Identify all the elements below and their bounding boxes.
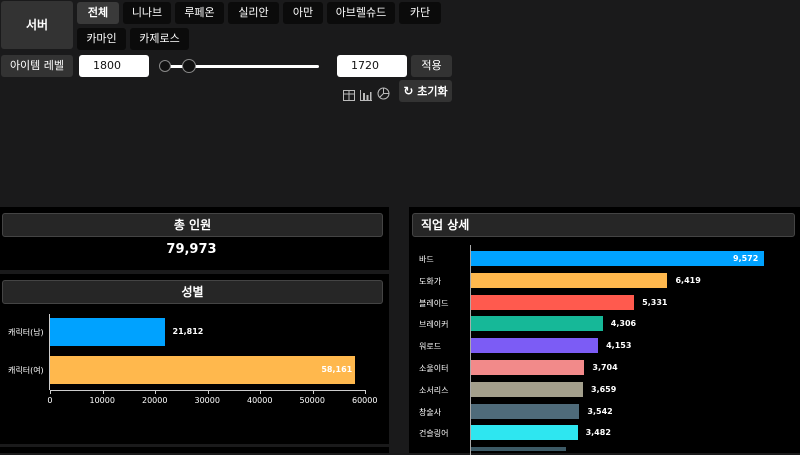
gender-category-label: 캐릭터(남) bbox=[8, 328, 44, 337]
x-tick-label: 20000 bbox=[142, 396, 168, 405]
x-tick-mark bbox=[312, 390, 314, 394]
gender-chart: 캐릭터(남) 21,812 캐릭터(여) 58,161 0 10000 20000 30000… bbox=[0, 274, 389, 444]
x-tick-mark bbox=[155, 390, 156, 394]
x-tick-label: 30000 bbox=[194, 396, 220, 405]
job-bar-value: 5,331 bbox=[642, 297, 668, 307]
job-bar bbox=[471, 381, 583, 397]
x-tick-mark bbox=[50, 390, 51, 394]
job-category-label: 블레이드 bbox=[419, 298, 449, 308]
apply-button[interactable]: 적용 bbox=[411, 55, 452, 77]
x-tick-mark bbox=[102, 390, 104, 394]
server-button-kamine[interactable]: 카마인 bbox=[77, 28, 126, 50]
bottom-strip bbox=[0, 447, 389, 453]
pie-chart-icon[interactable] bbox=[377, 85, 390, 100]
x-tick-label: 10000 bbox=[89, 396, 115, 405]
job-bar-value: 3,482 bbox=[585, 428, 611, 438]
item-level-label: 아이템 레벨 bbox=[1, 55, 73, 77]
gender-bar-value: 58,161 bbox=[321, 365, 353, 374]
x-tick-mark bbox=[260, 390, 261, 394]
job-bar-value: 9,572 bbox=[733, 254, 759, 263]
job-category-label: 브레이커 bbox=[419, 320, 449, 330]
refresh-icon: ↻ bbox=[403, 84, 414, 98]
level-max-input[interactable]: 1720 bbox=[337, 55, 407, 77]
server-button-aman[interactable]: 아만 bbox=[283, 2, 323, 24]
job-bar-value: 4,153 bbox=[606, 341, 632, 351]
job-bar bbox=[471, 360, 585, 375]
server-button-abrelshud[interactable]: 아브렐슈드 bbox=[327, 2, 395, 24]
job-bar-value: 3,704 bbox=[592, 363, 618, 372]
x-tick-label: 0 bbox=[47, 396, 53, 405]
x-tick-label: 40000 bbox=[247, 396, 273, 405]
level-min-input[interactable]: 1800 bbox=[79, 55, 149, 77]
job-bar-value: 3,542 bbox=[587, 406, 613, 416]
job-bar bbox=[471, 251, 764, 266]
x-tick-label: 50000 bbox=[299, 396, 325, 405]
total-title: 총 인원 bbox=[2, 213, 383, 237]
job-bar bbox=[471, 338, 599, 354]
job-bar bbox=[471, 294, 635, 310]
jobs-chart: 바드 9,572 도화가 6,419 블레이드 5,331 브레이커 4,306 워로드 4,15… bbox=[409, 207, 800, 455]
gender-bar-value: 21,812 bbox=[172, 327, 204, 336]
server-button-kazeros[interactable]: 카제로스 bbox=[130, 28, 189, 50]
x-tick-label: 60000 bbox=[352, 396, 378, 405]
table-icon[interactable] bbox=[343, 86, 355, 101]
total-panel: 총 인원 79,973 bbox=[0, 207, 389, 270]
slider-handle-min[interactable] bbox=[159, 60, 171, 72]
job-category-label: 소울이터 bbox=[419, 364, 449, 373]
job-bar bbox=[471, 403, 580, 419]
jobs-panel: 직업 상세 바드 9,572 도화가 6,419 블레이드 5,331 브레이커 4,306 워… bbox=[409, 207, 800, 455]
x-tick-mark bbox=[365, 390, 366, 394]
job-category-label: 건슬링어 bbox=[419, 429, 449, 439]
server-button-lupeon[interactable]: 루페온 bbox=[175, 2, 224, 24]
job-category-label: 도화가 bbox=[419, 276, 442, 286]
job-category-label: 소서리스 bbox=[419, 385, 449, 395]
bar-chart-icon[interactable] bbox=[360, 86, 372, 101]
slider-handle-max[interactable] bbox=[182, 59, 196, 73]
x-tick-mark bbox=[207, 390, 209, 394]
job-category-label: 바드 bbox=[419, 255, 434, 264]
job-bar bbox=[471, 425, 578, 441]
server-label: 서버 bbox=[1, 1, 73, 49]
job-bar-value: 6,419 bbox=[675, 275, 701, 285]
job-bar-value: 4,306 bbox=[610, 319, 637, 329]
gender-panel: 성별 캐릭터(남) 21,812 캐릭터(여) 58,161 0 10000 20000 30… bbox=[0, 274, 389, 444]
server-button-all[interactable]: 전체 bbox=[77, 2, 119, 24]
job-bar-partial bbox=[471, 447, 566, 452]
server-button-kadan[interactable]: 카단 bbox=[399, 2, 441, 24]
job-bar bbox=[471, 316, 603, 332]
total-value: 79,973 bbox=[166, 242, 217, 257]
reset-button[interactable]: ↻ 초기화 bbox=[399, 80, 452, 102]
job-category-label: 워로드 bbox=[419, 342, 442, 352]
server-button-silian[interactable]: 실리안 bbox=[228, 2, 279, 24]
gender-category-label: 캐릭터(여) bbox=[8, 366, 44, 375]
level-range-slider[interactable] bbox=[159, 57, 319, 75]
server-button-ninav[interactable]: 니나브 bbox=[123, 2, 171, 24]
job-bar bbox=[471, 272, 668, 288]
reset-label: 초기화 bbox=[417, 85, 448, 98]
job-bar-value: 3,659 bbox=[591, 384, 617, 394]
gender-bar bbox=[50, 356, 356, 384]
gender-bar bbox=[50, 318, 165, 346]
job-category-label: 창술사 bbox=[419, 407, 442, 417]
